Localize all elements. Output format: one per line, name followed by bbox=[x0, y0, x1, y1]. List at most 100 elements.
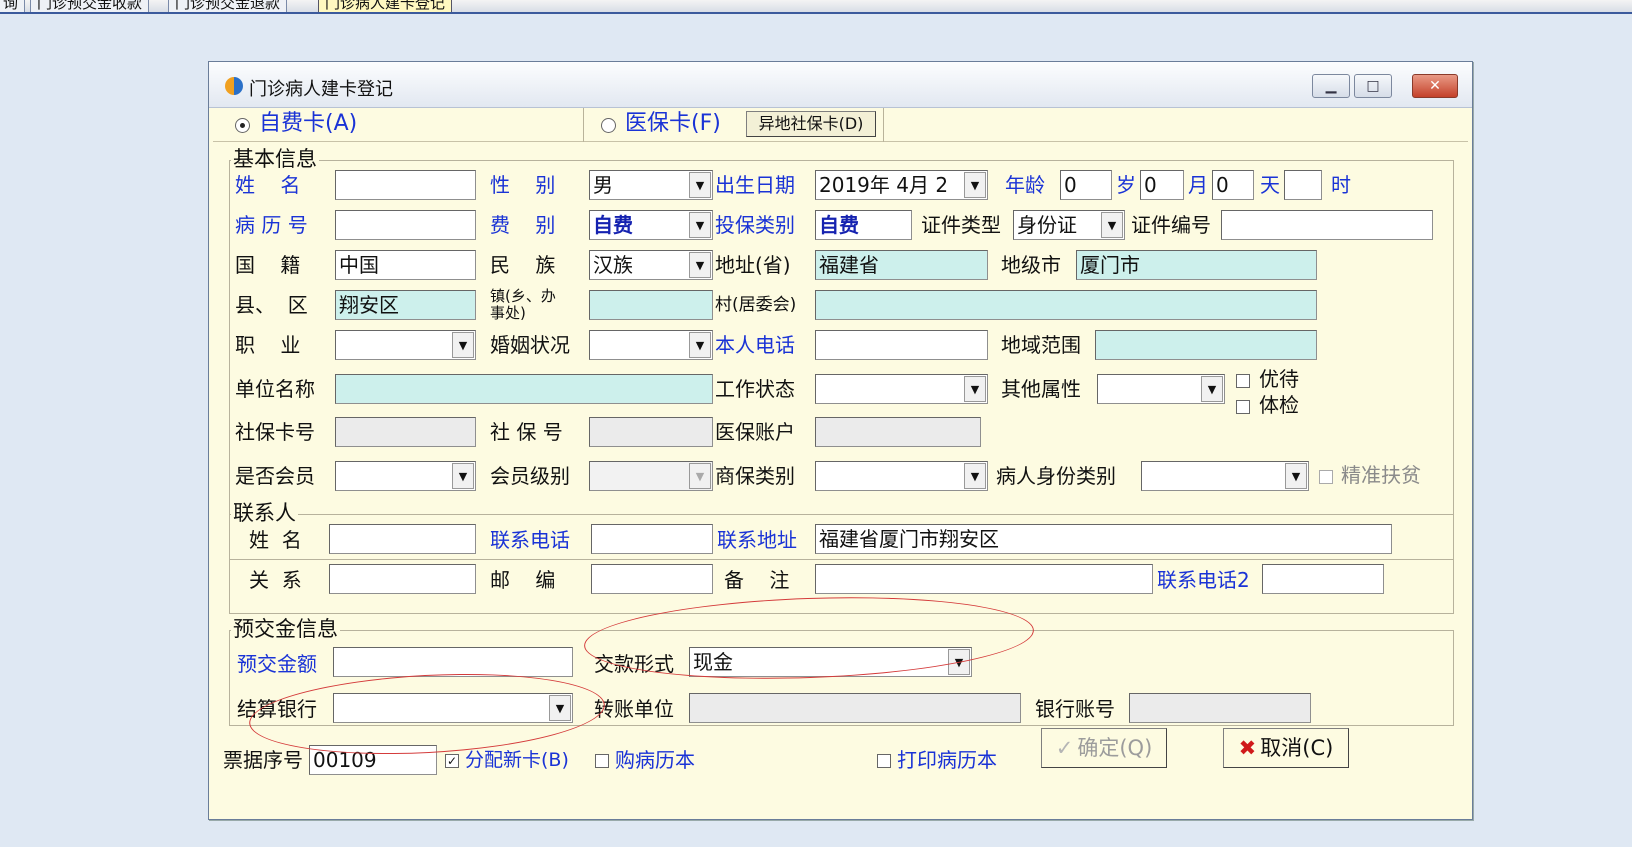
poverty-checkbox[interactable] bbox=[1319, 470, 1333, 484]
birth-date-picker[interactable]: 2019年 4月 2 ▼ bbox=[815, 170, 988, 200]
maximize-icon: □ bbox=[1366, 78, 1380, 94]
ok-button[interactable]: ✓ 确定(Q) bbox=[1041, 728, 1167, 768]
social-no-input[interactable] bbox=[589, 417, 713, 447]
tab-label: 门诊病人建卡登记 bbox=[325, 0, 446, 12]
name-input[interactable] bbox=[335, 170, 476, 200]
payment-method-select[interactable]: 现金 ▼ bbox=[689, 647, 972, 677]
new-card-checkbox[interactable]: ✓ bbox=[445, 754, 459, 768]
member-level-select[interactable]: ▼ bbox=[589, 461, 713, 491]
triangle-down-icon[interactable]: ▼ bbox=[948, 649, 970, 675]
identity-type-select[interactable]: ▼ bbox=[1141, 461, 1309, 491]
province-input[interactable]: 福建省 bbox=[815, 250, 988, 280]
checkup-checkbox[interactable] bbox=[1236, 400, 1250, 414]
receipt-no-input[interactable]: 00109 bbox=[309, 745, 437, 775]
age-months-input[interactable]: 0 bbox=[1140, 170, 1184, 200]
maximize-button[interactable]: □ bbox=[1354, 74, 1392, 98]
employer-input[interactable] bbox=[335, 374, 713, 404]
triangle-down-icon[interactable]: ▼ bbox=[689, 212, 711, 238]
print-record-checkbox[interactable] bbox=[877, 754, 891, 768]
minimize-button[interactable]: ▁ bbox=[1312, 74, 1350, 98]
triangle-down-icon[interactable]: ▼ bbox=[964, 376, 986, 402]
cancel-button[interactable]: ✖ 取消(C) bbox=[1223, 728, 1349, 768]
buy-record-checkbox[interactable] bbox=[595, 754, 609, 768]
social-card-input[interactable] bbox=[335, 417, 476, 447]
contact-phone2-label: 联系电话2 bbox=[1157, 568, 1250, 592]
vip-checkbox[interactable] bbox=[1236, 374, 1250, 388]
deposit-legend: 预交金信息 bbox=[231, 617, 340, 641]
x-icon: ✖ bbox=[1238, 736, 1257, 760]
contact-name-input[interactable] bbox=[329, 524, 476, 554]
months-unit: 月 bbox=[1188, 173, 1208, 197]
triangle-down-icon[interactable]: ▼ bbox=[452, 332, 474, 358]
years-unit: 岁 bbox=[1116, 173, 1136, 197]
poverty-label: 精准扶贫 bbox=[1341, 463, 1421, 487]
medical-account-input[interactable] bbox=[815, 417, 981, 447]
triangle-down-icon[interactable]: ▼ bbox=[452, 463, 474, 489]
postcode-input[interactable] bbox=[591, 564, 713, 594]
age-hours-input[interactable] bbox=[1284, 170, 1322, 200]
county-input[interactable]: 翔安区 bbox=[335, 290, 476, 320]
age-days-input[interactable]: 0 bbox=[1212, 170, 1254, 200]
contact-address-input[interactable]: 福建省厦门市翔安区 bbox=[815, 524, 1392, 554]
city-input[interactable]: 厦门市 bbox=[1076, 250, 1317, 280]
town-input[interactable] bbox=[589, 290, 713, 320]
tab-deposit-refund[interactable]: 门诊预交金退款 bbox=[168, 0, 288, 12]
deposit-amount-input[interactable] bbox=[333, 647, 573, 677]
tab-query[interactable]: 询 bbox=[0, 0, 26, 12]
relation-label: 关 系 bbox=[249, 568, 302, 592]
contact-phone2-input[interactable] bbox=[1262, 564, 1384, 594]
job-select[interactable]: ▼ bbox=[335, 330, 476, 360]
triangle-down-icon[interactable]: ▼ bbox=[964, 172, 986, 198]
bank-select[interactable]: ▼ bbox=[333, 693, 573, 723]
triangle-down-icon[interactable]: ▼ bbox=[1285, 463, 1307, 489]
age-years-input[interactable]: 0 bbox=[1060, 170, 1112, 200]
village-input[interactable] bbox=[815, 290, 1317, 320]
commercial-select[interactable]: ▼ bbox=[815, 461, 988, 491]
triangle-down-icon[interactable]: ▼ bbox=[689, 332, 711, 358]
tab-card-registration[interactable]: 门诊病人建卡登记 bbox=[318, 0, 453, 12]
social-card-label: 社保卡号 bbox=[235, 420, 315, 444]
record-no-input[interactable] bbox=[335, 210, 476, 240]
triangle-down-icon[interactable]: ▼ bbox=[1101, 212, 1123, 238]
bank-account-input[interactable] bbox=[1129, 693, 1311, 723]
tab-deposit-receive[interactable]: 门诊预交金收款 bbox=[30, 0, 150, 12]
ethnic-select[interactable]: 汉族 ▼ bbox=[589, 250, 713, 280]
insurance-radio[interactable] bbox=[601, 118, 616, 133]
payment-method-value: 现金 bbox=[693, 650, 733, 674]
work-status-select[interactable]: ▼ bbox=[815, 374, 988, 404]
region-input[interactable] bbox=[1095, 330, 1317, 360]
remark-input[interactable] bbox=[815, 564, 1153, 594]
insure-type-input[interactable]: 自费 bbox=[815, 210, 912, 240]
self-pay-radio[interactable] bbox=[235, 118, 250, 133]
marital-select[interactable]: ▼ bbox=[589, 330, 713, 360]
gender-value: 男 bbox=[593, 173, 613, 197]
triangle-down-icon[interactable]: ▼ bbox=[689, 463, 711, 489]
triangle-down-icon[interactable]: ▼ bbox=[964, 463, 986, 489]
triangle-down-icon[interactable]: ▼ bbox=[689, 172, 711, 198]
phone-input[interactable] bbox=[815, 330, 988, 360]
basic-info-legend: 基本信息 bbox=[231, 147, 319, 171]
marital-label: 婚姻状况 bbox=[490, 333, 570, 357]
triangle-down-icon[interactable]: ▼ bbox=[1201, 376, 1223, 402]
id-no-input[interactable] bbox=[1221, 210, 1433, 240]
identity-type-label: 病人身份类别 bbox=[996, 464, 1116, 488]
deposit-amount-label: 预交金额 bbox=[237, 652, 317, 676]
self-pay-label[interactable]: 自费卡(A) bbox=[259, 110, 357, 138]
nationality-input[interactable]: 中国 bbox=[335, 250, 476, 280]
contact-phone-input[interactable] bbox=[591, 524, 713, 554]
triangle-down-icon[interactable]: ▼ bbox=[549, 695, 571, 721]
title-bar: 门诊病人建卡登记 ▁ □ ✕ bbox=[209, 62, 1472, 108]
remote-social-card-button[interactable]: 异地社保卡(D) bbox=[746, 111, 876, 137]
other-attr-select[interactable]: ▼ bbox=[1097, 374, 1225, 404]
triangle-down-icon[interactable]: ▼ bbox=[689, 252, 711, 278]
member-select[interactable]: ▼ bbox=[335, 461, 476, 491]
window-title: 门诊病人建卡登记 bbox=[249, 79, 393, 100]
minimize-icon: ▁ bbox=[1325, 78, 1337, 94]
insurance-label[interactable]: 医保卡(F) bbox=[625, 110, 721, 138]
id-type-select[interactable]: 身份证 ▼ bbox=[1013, 210, 1125, 240]
transfer-unit-input[interactable] bbox=[689, 693, 1021, 723]
gender-select[interactable]: 男 ▼ bbox=[589, 170, 713, 200]
close-button[interactable]: ✕ bbox=[1412, 74, 1458, 98]
fee-select[interactable]: 自费 ▼ bbox=[589, 210, 713, 240]
relation-input[interactable] bbox=[329, 564, 476, 594]
